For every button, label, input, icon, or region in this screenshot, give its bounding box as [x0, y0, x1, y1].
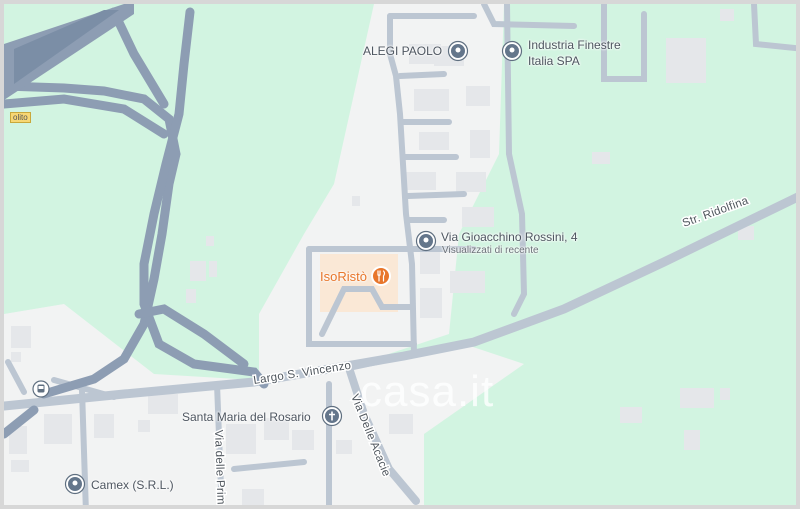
road-tag: olito: [10, 112, 31, 123]
map-view[interactable]: Largo S. Vincenzo Str. Ridolfina Via Del…: [0, 0, 800, 509]
poi-label-industria-line1[interactable]: Industria Finestre: [528, 38, 621, 52]
poi-label-industria-line2[interactable]: Italia SPA: [528, 54, 580, 68]
poi-label-isoristo[interactable]: IsoRistò: [320, 269, 367, 284]
watermark: casa.it: [360, 367, 495, 416]
church-cross-icon[interactable]: [321, 405, 343, 427]
poi-subtitle-rossini: Visualizzati di recente: [442, 245, 539, 256]
place-pin-icon[interactable]: [447, 40, 469, 62]
map-canvas: Largo S. Vincenzo Str. Ridolfina Via Del…: [4, 4, 796, 505]
bus-stop-icon[interactable]: [31, 379, 51, 399]
poi-label-rossini[interactable]: Via Gioacchino Rossini, 4: [441, 230, 578, 244]
place-pin-icon[interactable]: [415, 230, 437, 252]
poi-label-alegi[interactable]: ALEGI PAOLO: [363, 44, 442, 58]
place-pin-icon[interactable]: [501, 40, 523, 62]
poi-label-santa-maria[interactable]: Santa Maria del Rosario: [182, 410, 311, 424]
poi-label-camex[interactable]: Camex (S.R.L.): [91, 478, 174, 492]
highway-inner: [14, 10, 119, 84]
restaurant-icon[interactable]: [370, 265, 392, 287]
place-pin-icon[interactable]: [64, 473, 86, 495]
